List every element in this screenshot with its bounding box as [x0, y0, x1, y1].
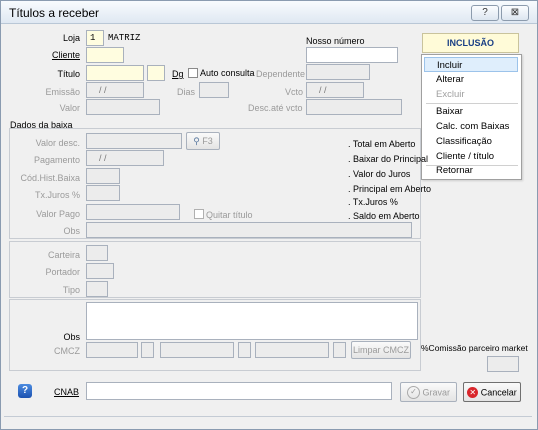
- menu-item-alterar[interactable]: Alterar: [424, 72, 518, 87]
- baixar-principal-label: . Baixar do Principal: [348, 154, 429, 164]
- saldo-aberto-label: . Saldo em Aberto: [348, 211, 420, 221]
- cmcz-label: CMCZ: [54, 346, 80, 356]
- vcto-label: Vcto: [285, 87, 304, 97]
- valor-pago-field[interactable]: [86, 204, 180, 220]
- valor-desc-label: Valor desc.: [35, 138, 80, 148]
- obs-textarea[interactable]: [86, 302, 418, 340]
- help-icon[interactable]: ?: [18, 384, 32, 398]
- cnab-label: CNAB: [54, 387, 80, 397]
- portador-field[interactable]: [86, 263, 114, 279]
- gravar-button[interactable]: ✓ Gravar: [400, 382, 457, 402]
- action-menu: Incluir Alterar Excluir Baixar Calc. com…: [421, 54, 522, 180]
- loja-code-field[interactable]: 1: [86, 30, 104, 46]
- f3-search-button[interactable]: ⚲ F3: [186, 132, 220, 150]
- cmcz-field-1[interactable]: [86, 342, 138, 358]
- menu-item-retornar[interactable]: Retornar: [424, 163, 518, 178]
- quitar-checkbox[interactable]: [194, 209, 204, 219]
- baixa-obs-field[interactable]: [86, 222, 412, 238]
- tipo-field[interactable]: [86, 281, 108, 297]
- valor-label: Valor: [59, 103, 80, 113]
- obs-label: Obs: [63, 332, 80, 342]
- valor-pago-label: Valor Pago: [36, 209, 80, 219]
- dg-label: Dg: [172, 69, 184, 79]
- valor-field[interactable]: [86, 99, 160, 115]
- menu-item-calc-baixas[interactable]: Calc. com Baixas: [424, 119, 518, 134]
- menu-item-classificacao[interactable]: Classificação: [424, 134, 518, 149]
- dias-label: Dias: [177, 87, 196, 97]
- cliente-field[interactable]: [86, 47, 124, 63]
- title-bar: Títulos a receber ? ⊠: [1, 1, 537, 24]
- valor-desc-field[interactable]: [86, 133, 182, 149]
- menu-item-excluir[interactable]: Excluir: [424, 87, 518, 102]
- mode-badge: INCLUSÃO: [422, 33, 519, 53]
- loja-label: Loja: [62, 33, 80, 43]
- auto-consulta-checkbox[interactable]: [188, 68, 198, 78]
- dias-field[interactable]: [199, 82, 229, 98]
- dependente-field[interactable]: [306, 64, 370, 80]
- pagamento-field[interactable]: / /: [86, 150, 164, 166]
- desc-vcto-label: Desc.até vcto: [248, 103, 303, 113]
- tx-juros-total-label: . Tx.Juros %: [348, 197, 398, 207]
- status-bar: [4, 416, 532, 425]
- total-aberto-label: . Total em Aberto: [348, 139, 416, 149]
- vcto-field[interactable]: / /: [306, 82, 364, 98]
- menu-item-cliente-titulo[interactable]: Cliente / título: [424, 149, 518, 164]
- cmcz-field-5[interactable]: [255, 342, 329, 358]
- limpar-cmcz-button[interactable]: Limpar CMCZ: [351, 341, 411, 359]
- cod-hist-label: Cód.Hist.Baixa: [20, 173, 80, 183]
- loja-name: MATRIZ: [108, 33, 141, 43]
- auto-consulta-label: Auto consulta: [200, 68, 255, 78]
- cancelar-button[interactable]: ✕ Cancelar: [463, 382, 521, 402]
- comissao-label: %Comissão parceiro market: [421, 343, 528, 353]
- cnab-field[interactable]: [86, 382, 392, 400]
- titulo-field[interactable]: [86, 65, 144, 81]
- principal-aberto-label: . Principal em Aberto: [348, 184, 432, 194]
- cmcz-field-2[interactable]: [141, 342, 154, 358]
- baixa-obs-label: Obs: [63, 226, 80, 236]
- cancel-icon: ✕: [467, 387, 479, 399]
- pagamento-label: Pagamento: [33, 155, 80, 165]
- close-button[interactable]: ⊠: [501, 5, 529, 21]
- cliente-label: Cliente: [51, 50, 80, 60]
- window-title: Títulos a receber: [9, 6, 100, 20]
- desc-vcto-field[interactable]: [306, 99, 402, 115]
- tipo-label: Tipo: [62, 285, 80, 295]
- cmcz-field-3[interactable]: [160, 342, 234, 358]
- dependente-label: Dependente: [256, 69, 306, 79]
- help-button[interactable]: ?: [471, 5, 499, 21]
- emissao-label: Emissão: [45, 87, 80, 97]
- quitar-label: Quitar título: [206, 210, 253, 220]
- cod-hist-field[interactable]: [86, 168, 120, 184]
- magnifier-icon: ⚲: [193, 136, 200, 146]
- titulo-parcela-field[interactable]: [147, 65, 165, 81]
- tx-juros-label: Tx.Juros %: [34, 190, 80, 200]
- nosso-numero-field[interactable]: [306, 47, 398, 63]
- comissao-field[interactable]: [487, 356, 519, 372]
- carteira-field[interactable]: [86, 245, 108, 261]
- tx-juros-field[interactable]: [86, 185, 120, 201]
- menu-item-incluir[interactable]: Incluir: [424, 57, 518, 72]
- emissao-field[interactable]: / /: [86, 82, 144, 98]
- valor-juros-label: . Valor do Juros: [348, 169, 411, 179]
- check-icon: ✓: [406, 386, 420, 400]
- cmcz-field-4[interactable]: [238, 342, 251, 358]
- nosso-numero-label: Nosso número: [306, 36, 365, 46]
- portador-label: Portador: [45, 267, 80, 277]
- menu-item-baixar[interactable]: Baixar: [424, 104, 518, 119]
- carteira-label: Carteira: [47, 250, 80, 260]
- titulo-label: Título: [57, 69, 80, 79]
- cmcz-field-6[interactable]: [333, 342, 346, 358]
